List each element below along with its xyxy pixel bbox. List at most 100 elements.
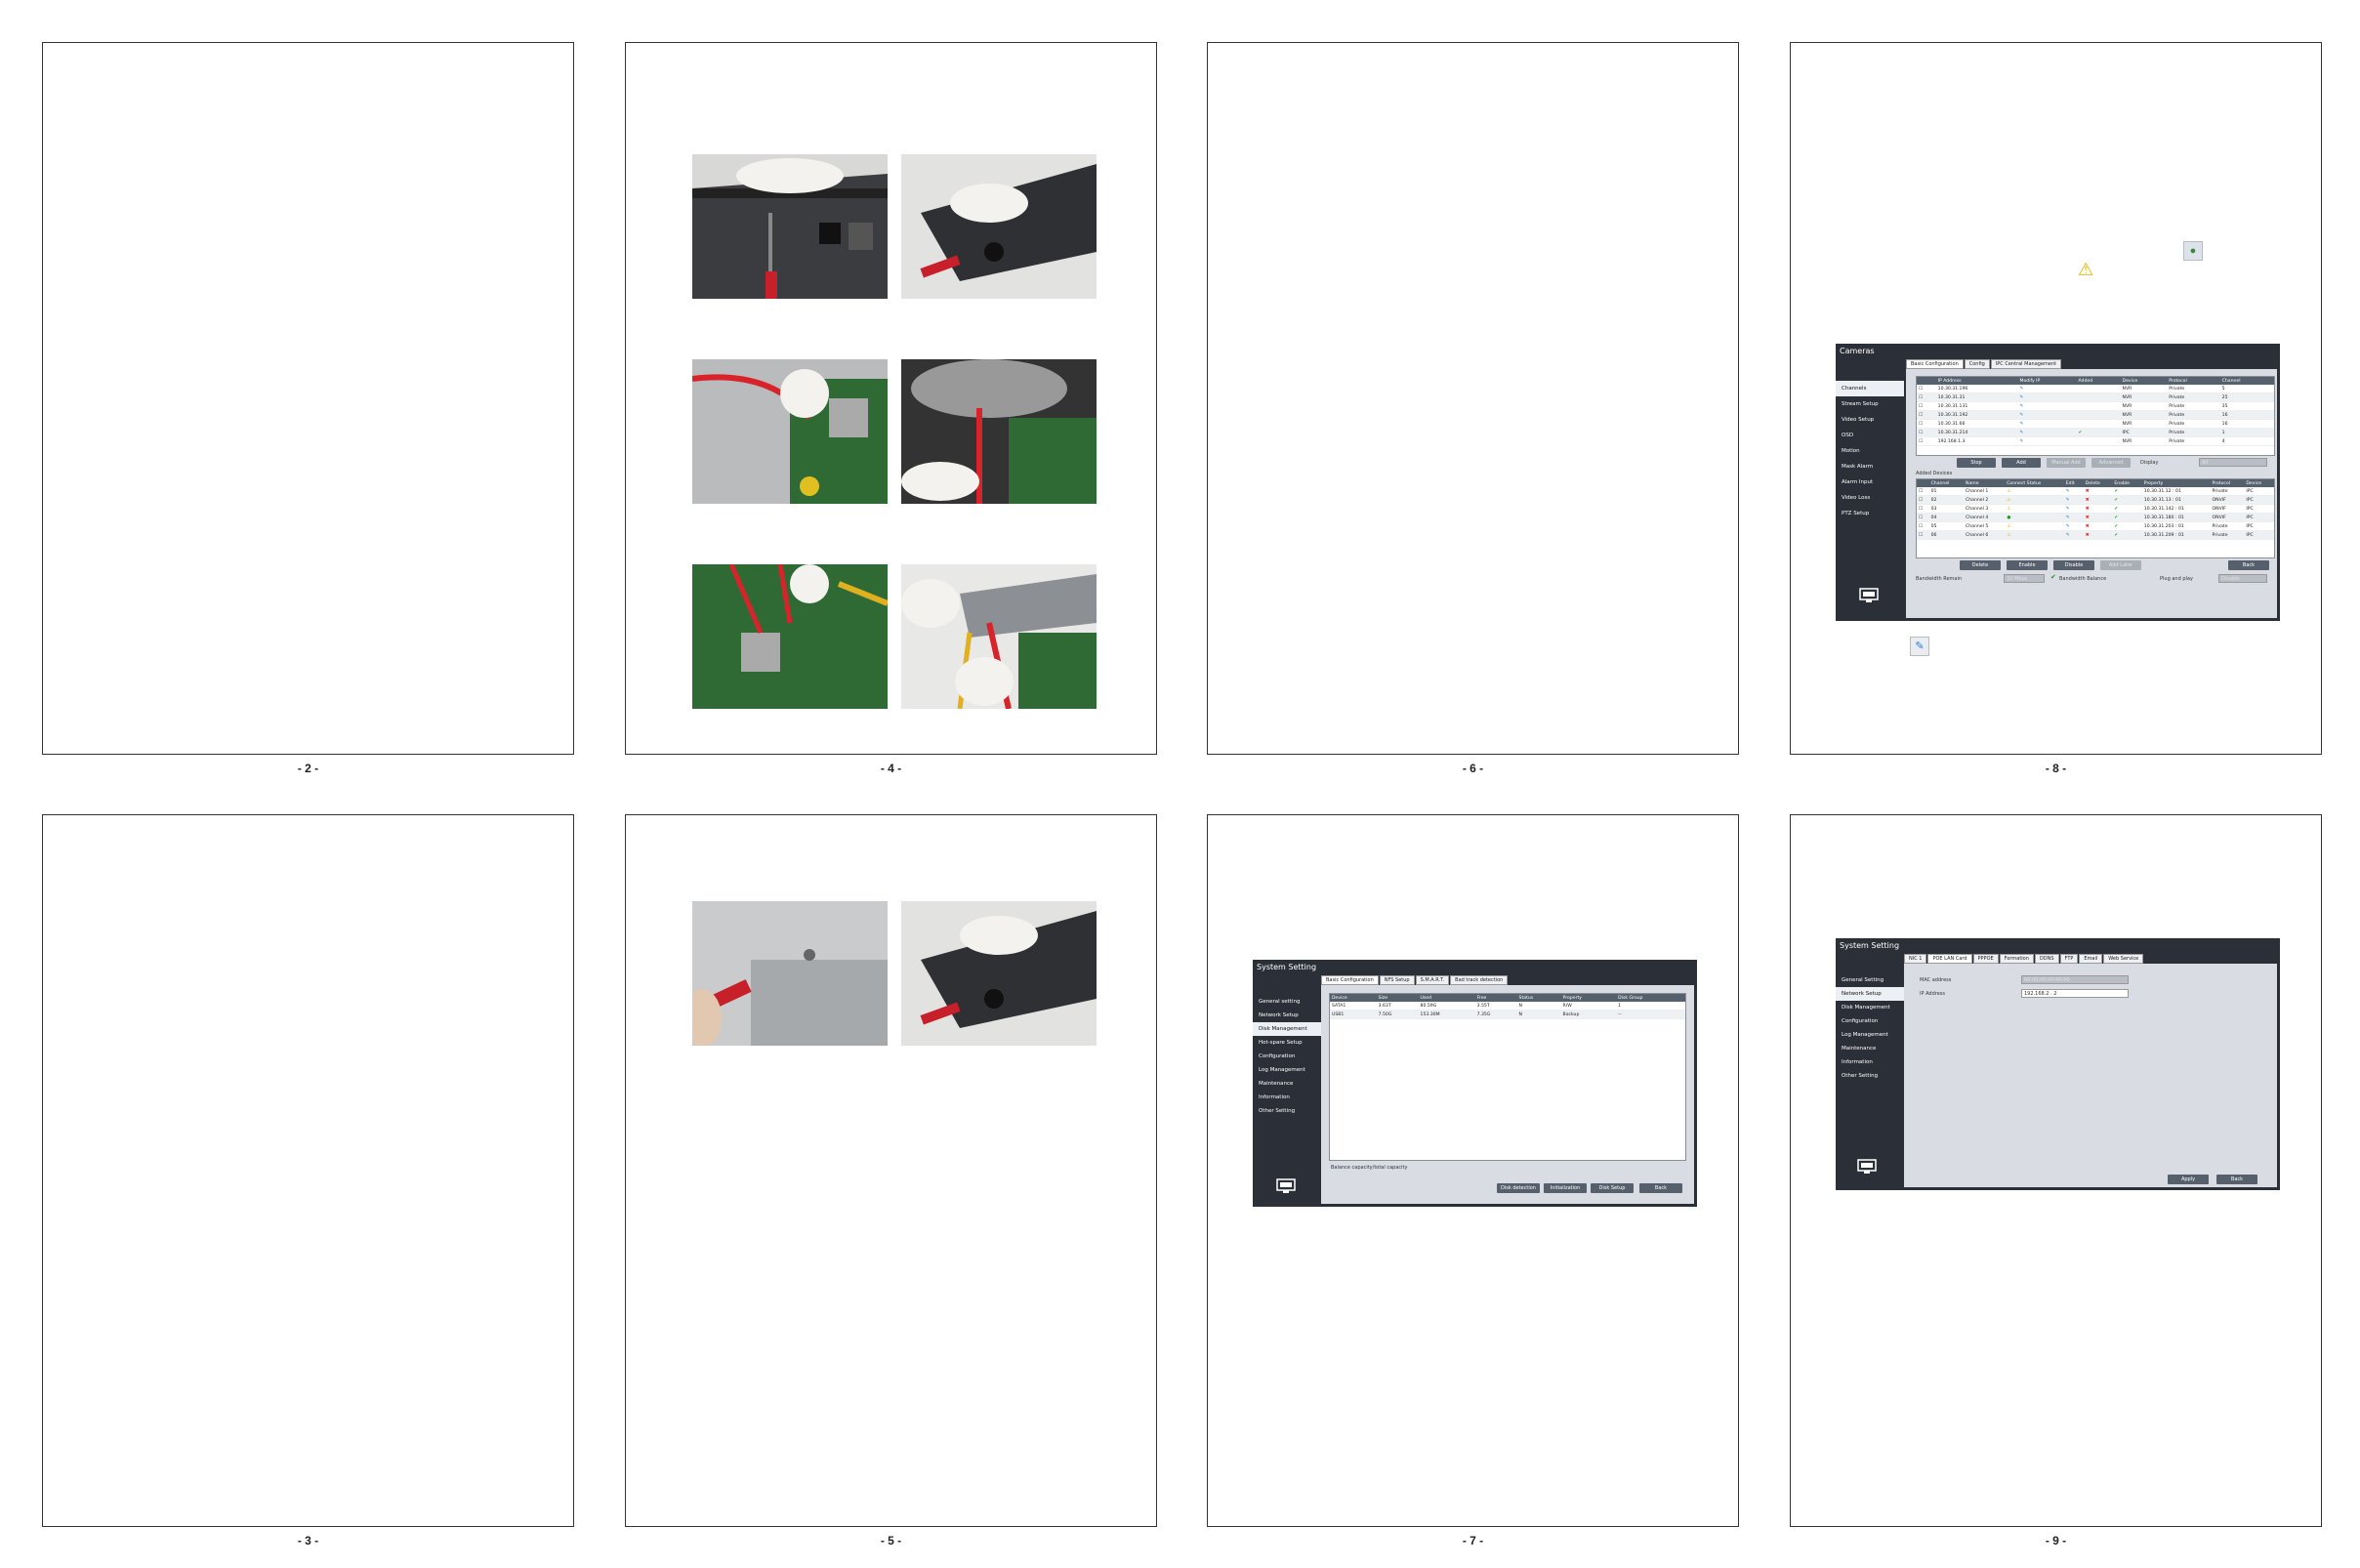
sidebar-item-stream-setup[interactable]: Stream Setup [1836, 396, 1904, 412]
sidebar-item-maintenance[interactable]: Maintenance [1836, 1042, 1904, 1055]
row-checkbox[interactable]: ☐ [1917, 392, 1936, 402]
tab-ddns[interactable]: DDNS [2034, 954, 2059, 964]
added-row[interactable]: ☐ 04 Channel 4 ● ✎ ✖ ✔ 10.30.31.180 : 01 ONVIF IP… [1917, 513, 2274, 522]
delete-icon[interactable]: ✖ [2083, 521, 2113, 531]
added-row[interactable]: ☐ 06 Channel 6 ⚠ ✎ ✖ ✔ 10.30.31.209 : 01 Private… [1917, 530, 2274, 540]
sidebar-item-osd[interactable]: OSD [1836, 428, 1904, 443]
sidebar-item-disk-management[interactable]: Disk Management [1253, 1022, 1321, 1036]
row-checkbox[interactable]: ☐ [1917, 521, 1929, 531]
delete-icon[interactable]: ✖ [2083, 530, 2113, 540]
tab-ipc-central-management[interactable]: IPC Central Management [1990, 359, 2062, 369]
enable-check-icon[interactable]: ✔ [2112, 495, 2142, 505]
back-button[interactable]: Back [2228, 560, 2269, 570]
enable-check-icon[interactable]: ✔ [2112, 521, 2142, 531]
disk-row[interactable]: USB1 7.50G 153.36M 7.35G N Backup -- [1330, 1010, 1685, 1019]
advanced-button[interactable]: Advanced [2091, 458, 2131, 468]
tab-formation[interactable]: Formation [1999, 954, 2034, 964]
added-row[interactable]: ☐ 01 Channel 1 ⚠ ✎ ✖ ✔ 10.30.31.12 : 01 Private I… [1917, 487, 2274, 496]
tab-config[interactable]: Config [1964, 359, 1990, 369]
edit-icon[interactable]: ✎ [2063, 530, 2084, 540]
search-row[interactable]: ☐ 10.30.31.131 ✎ NVR Private 35 [1917, 401, 2274, 411]
tab-bad-track-detection[interactable]: Bad track detection [1450, 975, 1509, 985]
sidebar-item-channels[interactable]: Channels [1836, 381, 1904, 396]
sidebar-item-information[interactable]: Information [1253, 1091, 1321, 1104]
back-button[interactable]: Back [2216, 1175, 2257, 1184]
sidebar-item-mask-alarm[interactable]: Mask Alarm [1836, 459, 1904, 475]
edit-icon[interactable]: ✎ [2063, 487, 2084, 496]
enable-check-icon[interactable]: ✔ [2112, 487, 2142, 496]
enable-check-icon[interactable]: ✔ [2112, 513, 2142, 522]
modify-ip-icon[interactable]: ✎ [2017, 385, 2077, 393]
tab-email[interactable]: Email [2079, 954, 2103, 964]
tab-ftp[interactable]: FTP [2059, 954, 2079, 964]
sidebar-item-ptz-setup[interactable]: PTZ Setup [1836, 506, 1904, 521]
edit-icon[interactable]: ✎ [2063, 513, 2084, 522]
tab-smart[interactable]: S.M.A.R.T. [1415, 975, 1450, 985]
modify-ip-icon[interactable]: ✎ [2017, 410, 2077, 420]
delete-icon[interactable]: ✖ [2083, 487, 2113, 496]
bandwidth-balance-check-icon[interactable]: ✔ [2050, 573, 2056, 581]
modify-ip-icon[interactable]: ✎ [2017, 428, 2077, 437]
sidebar-item-general-setting[interactable]: General setting [1253, 995, 1321, 1009]
delete-icon[interactable]: ✖ [2083, 495, 2113, 505]
row-checkbox[interactable]: ☐ [1917, 504, 1929, 514]
disk-detection-button[interactable]: Disk detection [1497, 1183, 1540, 1193]
search-row[interactable]: ☐ 192.168.1.3 ✎ NVR Private 4 [1917, 436, 2274, 446]
sidebar-item-disk-management[interactable]: Disk Management [1836, 1001, 1904, 1014]
sidebar-item-configuration[interactable]: Configuration [1836, 1014, 1904, 1028]
ip-address-input[interactable]: 192.168.2 . 2 [2021, 989, 2129, 998]
edit-icon[interactable]: ✎ [2063, 521, 2084, 531]
sidebar-item-log-management[interactable]: Log Management [1836, 1028, 1904, 1042]
row-checkbox[interactable]: ☐ [1917, 513, 1929, 522]
row-checkbox[interactable]: ☐ [1917, 385, 1936, 393]
delete-icon[interactable]: ✖ [2083, 513, 2113, 522]
disk-setup-button[interactable]: Disk Setup [1591, 1183, 1634, 1193]
delete-icon[interactable]: ✖ [2083, 504, 2113, 514]
row-checkbox[interactable]: ☐ [1917, 495, 1929, 505]
sidebar-item-general-setting[interactable]: General Setting [1836, 973, 1904, 987]
enable-check-icon[interactable]: ✔ [2112, 530, 2142, 540]
add-later-button[interactable]: Add Later [2100, 560, 2141, 570]
row-checkbox[interactable]: ☐ [1917, 419, 1936, 429]
modify-ip-icon[interactable]: ✎ [2017, 436, 2077, 446]
stop-button[interactable]: Stop [1957, 458, 1996, 468]
search-row[interactable]: ☐ 10.30.31.214 ✎ ✔ IPC Private 1 [1917, 428, 2274, 437]
sidebar-item-video-loss[interactable]: Video Loss [1836, 490, 1904, 506]
tab-nfs-setup[interactable]: NFS Setup [1379, 975, 1415, 985]
sidebar-item-maintenance[interactable]: Maintenance [1253, 1077, 1321, 1091]
sidebar-item-motion[interactable]: Motion [1836, 443, 1904, 459]
add-button[interactable]: Add [2002, 458, 2041, 468]
row-checkbox[interactable]: ☐ [1917, 487, 1929, 496]
edit-icon[interactable]: ✎ [2063, 495, 2084, 505]
sidebar-item-information[interactable]: Information [1836, 1055, 1904, 1069]
sidebar-item-network-setup[interactable]: Network Setup [1253, 1009, 1321, 1022]
enable-check-icon[interactable]: ✔ [2112, 504, 2142, 514]
edit-icon[interactable]: ✎ [2063, 504, 2084, 514]
row-checkbox[interactable]: ☐ [1917, 436, 1936, 446]
plug-and-play-select[interactable]: Disable [2218, 574, 2267, 583]
sidebar-item-other-setting[interactable]: Other Setting [1836, 1069, 1904, 1083]
tab-web-service[interactable]: Web Service [2103, 954, 2144, 964]
tab-poe-lan-card[interactable]: POE LAN Card [1927, 954, 1972, 964]
row-checkbox[interactable]: ☐ [1917, 530, 1929, 540]
row-checkbox[interactable]: ☐ [1917, 428, 1936, 437]
added-row[interactable]: ☐ 05 Channel 5 ⚠ ✎ ✖ ✔ 10.30.31.203 : 01 Private… [1917, 521, 2274, 531]
search-row[interactable]: ☐ 10.30.31.31 ✎ NVR Private 25 [1917, 392, 2274, 402]
search-row[interactable]: ☐ 10.30.31.192 ✎ NVR Private 16 [1917, 410, 2274, 420]
search-row[interactable]: ☐ 10.30.31.196 ✎ NVR Private 5 [1917, 385, 2274, 393]
modify-ip-icon[interactable]: ✎ [2017, 419, 2077, 429]
initialization-button[interactable]: Initialization [1544, 1183, 1587, 1193]
disk-row[interactable]: SATA1 3.63T 80.59G 3.55T N R/W 1 [1330, 1002, 1685, 1011]
sidebar-item-hot-spare-setup[interactable]: Hot-spare Setup [1253, 1036, 1321, 1050]
modify-ip-icon[interactable]: ✎ [2017, 401, 2077, 411]
tab-pppoe[interactable]: PPPOE [1972, 954, 1999, 964]
apply-button[interactable]: Apply [2168, 1175, 2209, 1184]
added-row[interactable]: ☐ 03 Channel 3 ⚠ ✎ ✖ ✔ 10.30.31.142 : 01 ONVIF IP… [1917, 504, 2274, 514]
sidebar-item-video-setup[interactable]: Video Setup [1836, 412, 1904, 428]
display-select[interactable]: All [2199, 458, 2267, 467]
enable-button[interactable]: Enable [2007, 560, 2048, 570]
sidebar-item-network-setup[interactable]: Network Setup [1836, 987, 1904, 1001]
manual-add-button[interactable]: Manual Add [2047, 458, 2086, 468]
tab-basic-configuration[interactable]: Basic Configuration [1321, 975, 1379, 985]
sidebar-item-configuration[interactable]: Configuration [1253, 1050, 1321, 1063]
